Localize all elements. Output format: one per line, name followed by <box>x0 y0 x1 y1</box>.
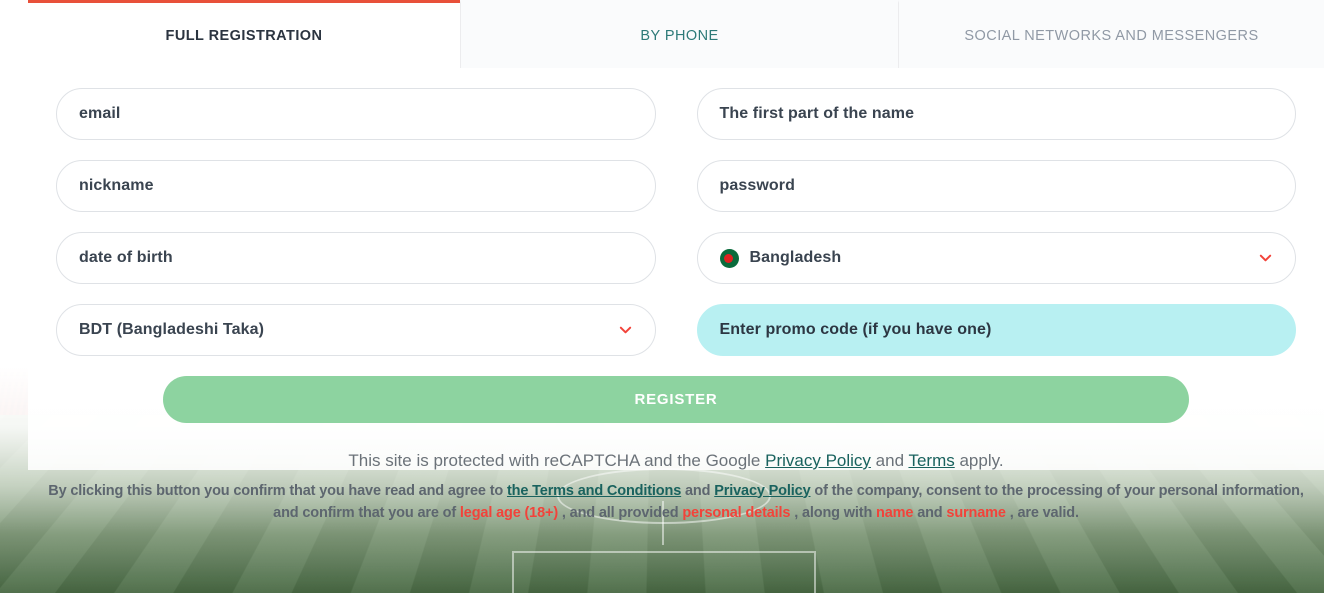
form-row-1: email The first part of the name <box>56 88 1296 140</box>
google-terms-link[interactable]: Terms <box>908 451 954 470</box>
tab-by-phone[interactable]: BY PHONE <box>460 0 898 68</box>
promo-code-field[interactable]: Enter promo code (if you have one) <box>696 304 1296 356</box>
recaptcha-text-part-2: and <box>870 451 909 470</box>
date-of-birth-field-placeholder: date of birth <box>79 249 173 266</box>
form-col-left-1: email <box>56 88 656 140</box>
form-col-right-4: Enter promo code (if you have one) <box>696 304 1296 356</box>
terms-text-part-7: , are valid. <box>1005 504 1079 521</box>
form-row-2: nickname password <box>56 160 1296 212</box>
first-name-field[interactable]: The first part of the name <box>696 88 1296 140</box>
personal-details-highlight: personal details <box>682 504 791 521</box>
form-col-right-3: Bangladesh <box>696 232 1296 284</box>
google-privacy-policy-link[interactable]: Privacy Policy <box>765 451 871 470</box>
bangladesh-flag-icon <box>719 248 739 268</box>
company-privacy-policy-link[interactable]: Privacy Policy <box>714 483 810 499</box>
chevron-down-icon[interactable] <box>618 323 633 338</box>
terms-and-conditions-link[interactable]: the Terms and Conditions <box>507 483 681 499</box>
form-col-left-4: BDT (Bangladeshi Taka) <box>56 304 656 356</box>
country-select[interactable]: Bangladesh <box>696 232 1296 284</box>
terms-text-part-2: and <box>681 482 715 499</box>
password-field[interactable]: password <box>696 160 1296 212</box>
registration-form: email The first part of the name nicknam… <box>28 68 1324 423</box>
registration-panel: FULL REGISTRATION BY PHONE SOCIAL NETWOR… <box>28 0 1324 593</box>
first-name-field-placeholder: The first part of the name <box>719 105 915 122</box>
name-highlight: name <box>876 504 914 521</box>
nickname-field[interactable]: nickname <box>56 160 656 212</box>
terms-text-part-6: and <box>913 504 947 521</box>
tab-full-registration-label: FULL REGISTRATION <box>165 27 323 44</box>
email-field[interactable]: email <box>56 88 656 140</box>
legal-section: This site is protected with reCAPTCHA an… <box>28 448 1324 524</box>
terms-text-part-1: By clicking this button you confirm that… <box>48 482 507 499</box>
form-col-left-3: date of birth <box>56 232 656 284</box>
chevron-down-icon[interactable] <box>1258 251 1273 266</box>
register-button[interactable]: REGISTER <box>163 376 1189 423</box>
form-col-left-2: nickname <box>56 160 656 212</box>
submit-row: REGISTER <box>56 376 1296 423</box>
terms-consent-text: By clicking this button you confirm that… <box>44 480 1308 525</box>
registration-screen: FULL REGISTRATION BY PHONE SOCIAL NETWOR… <box>0 0 1324 593</box>
terms-text-part-4: , and all provided <box>558 504 683 521</box>
form-row-4: BDT (Bangladeshi Taka) Enter promo code … <box>56 304 1296 356</box>
recaptcha-notice: This site is protected with reCAPTCHA an… <box>44 448 1308 474</box>
currency-select[interactable]: BDT (Bangladeshi Taka) <box>56 304 656 356</box>
recaptcha-text-part-1: This site is protected with reCAPTCHA an… <box>348 451 766 470</box>
registration-tabs: FULL REGISTRATION BY PHONE SOCIAL NETWOR… <box>28 0 1324 68</box>
legal-age-highlight: legal age (18+) <box>459 504 559 521</box>
tab-by-phone-label: BY PHONE <box>640 27 719 44</box>
tab-full-registration[interactable]: FULL REGISTRATION <box>28 0 460 68</box>
country-select-value: Bangladesh <box>749 249 842 266</box>
nickname-field-placeholder: nickname <box>79 177 154 194</box>
email-field-placeholder: email <box>79 105 121 122</box>
tab-social-networks[interactable]: SOCIAL NETWORKS AND MESSENGERS <box>898 0 1324 68</box>
currency-select-value: BDT (Bangladeshi Taka) <box>79 321 265 338</box>
date-of-birth-field[interactable]: date of birth <box>56 232 656 284</box>
tab-social-networks-label: SOCIAL NETWORKS AND MESSENGERS <box>964 27 1259 44</box>
form-row-3: date of birth Bangladesh <box>56 232 1296 284</box>
form-col-right-2: password <box>696 160 1296 212</box>
recaptcha-text-part-3: apply. <box>954 451 1004 470</box>
promo-code-field-placeholder: Enter promo code (if you have one) <box>719 321 992 338</box>
form-col-right-1: The first part of the name <box>696 88 1296 140</box>
surname-highlight: surname <box>946 504 1006 521</box>
terms-text-part-5: , along with <box>790 504 877 521</box>
password-field-placeholder: password <box>719 177 795 194</box>
